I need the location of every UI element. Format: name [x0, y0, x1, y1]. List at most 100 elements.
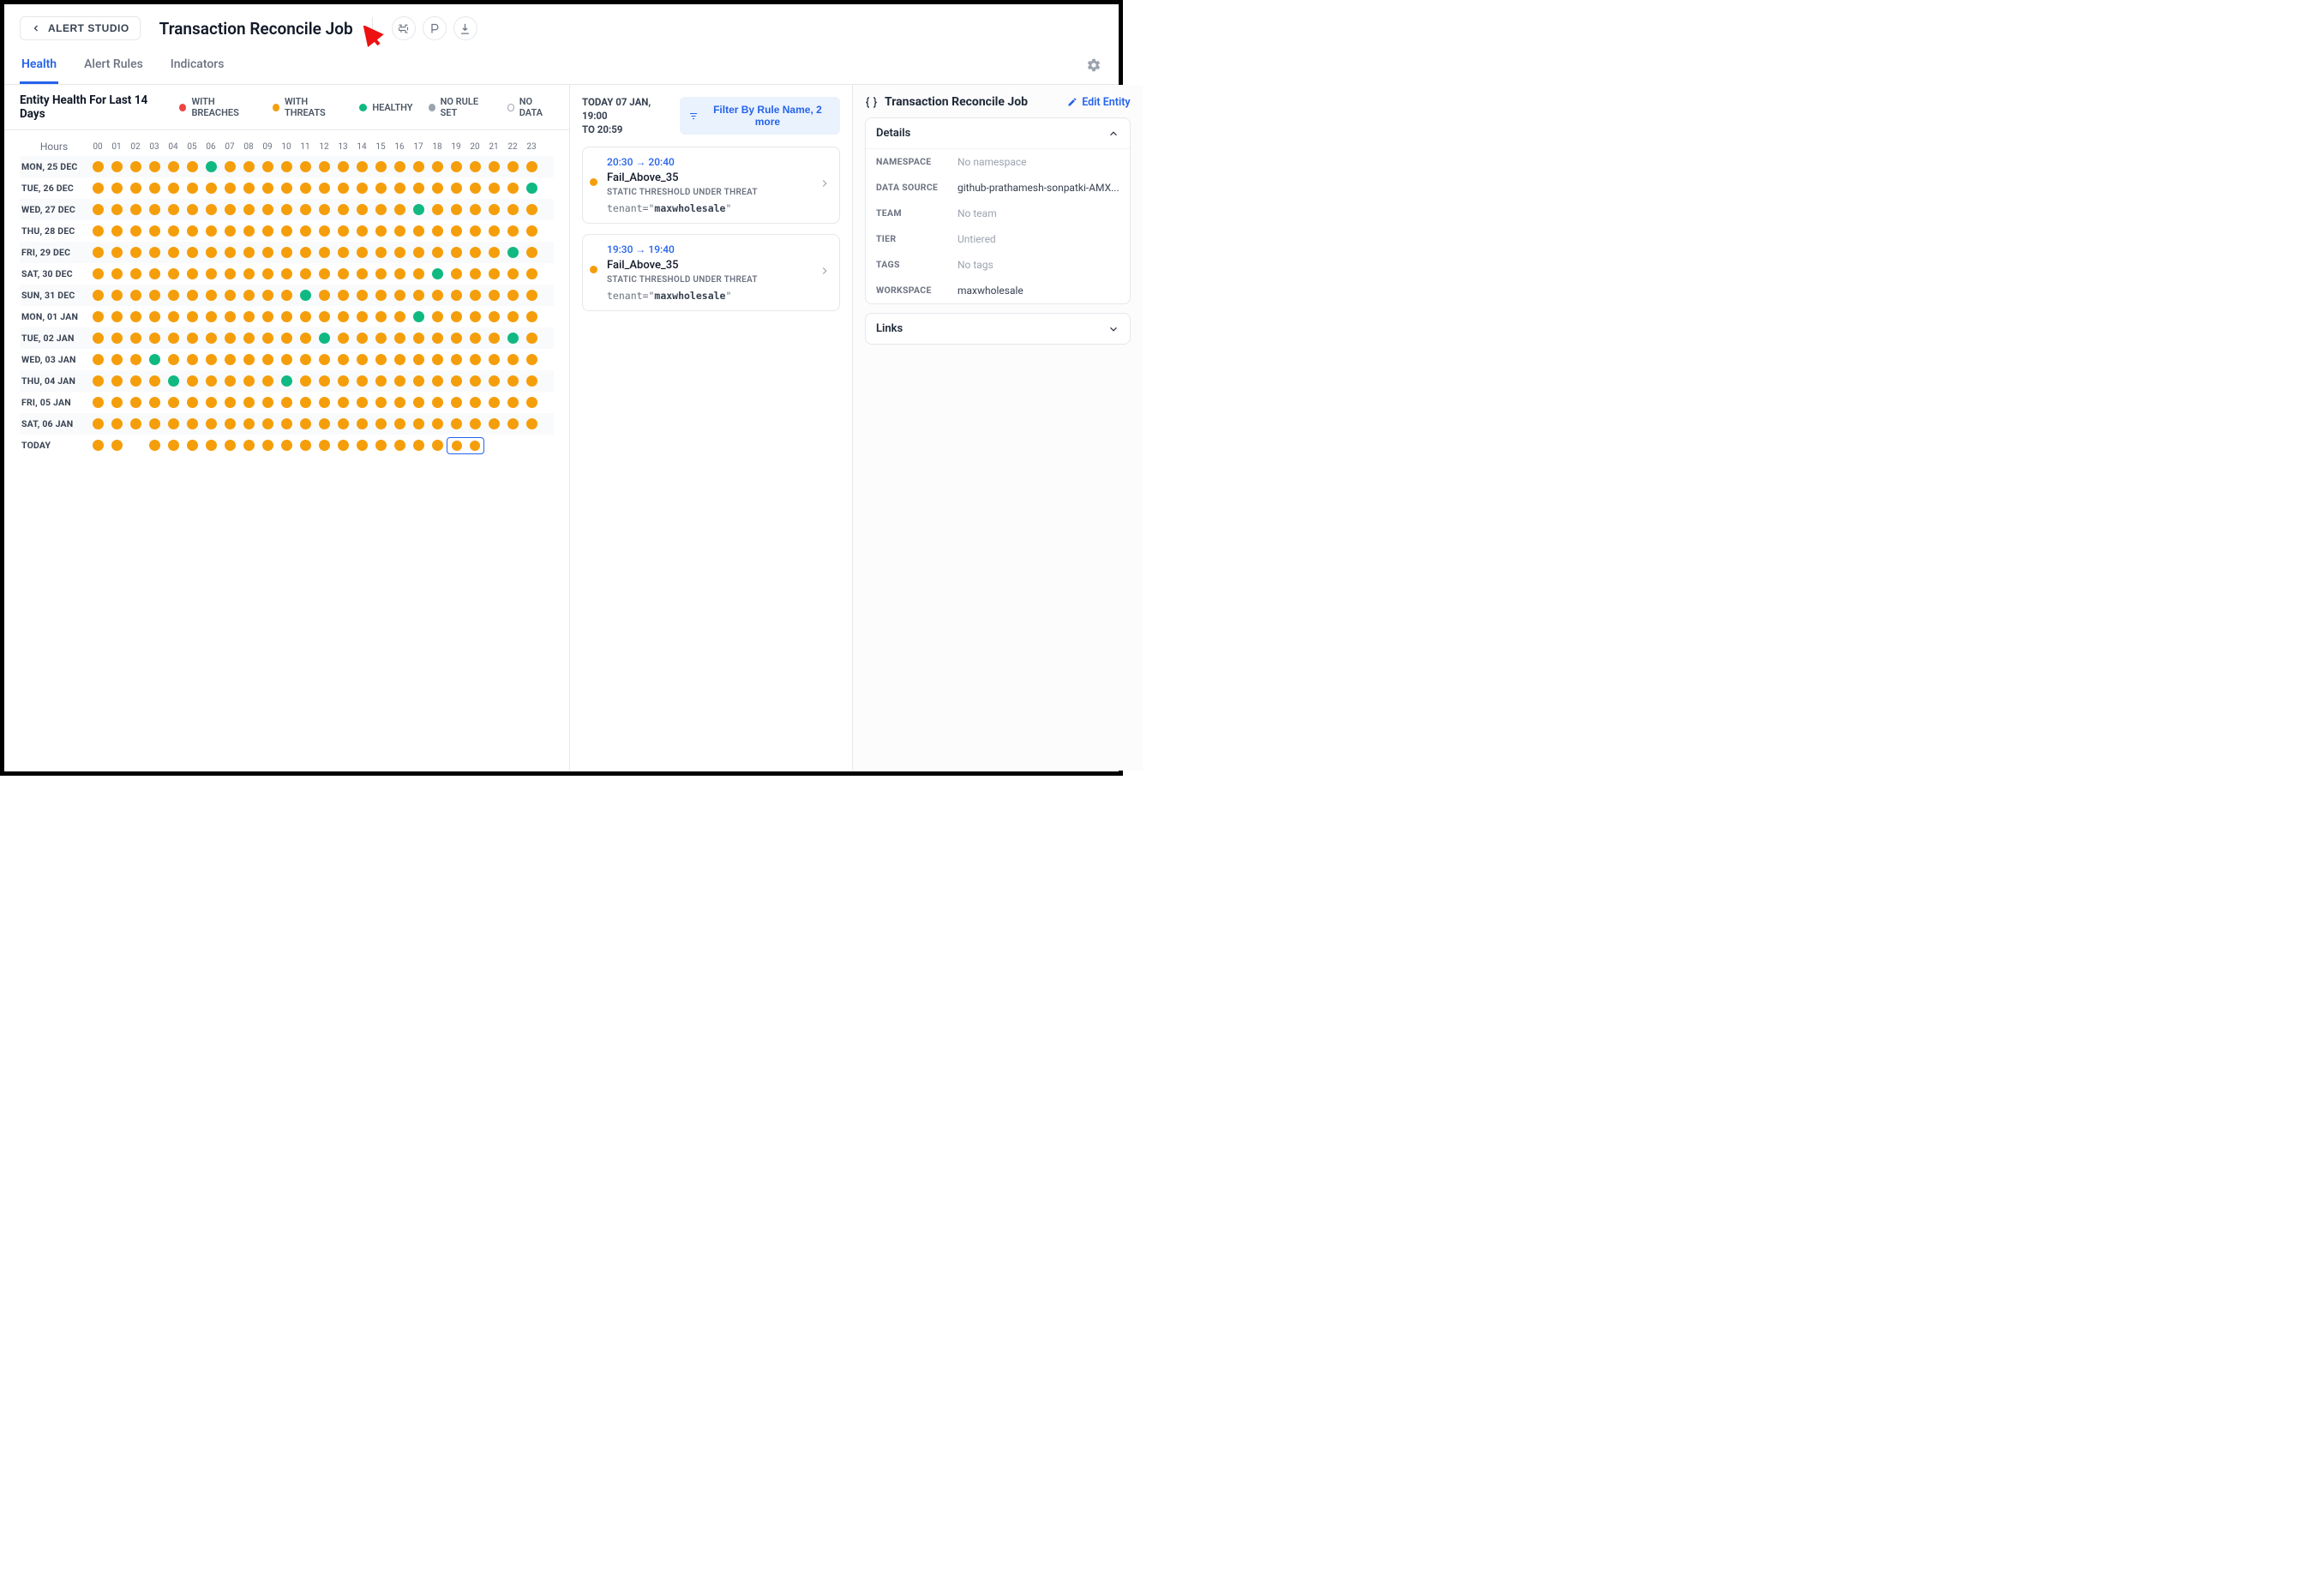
health-cell[interactable] — [145, 392, 164, 413]
health-cell[interactable] — [296, 306, 315, 327]
health-cell[interactable] — [220, 413, 239, 435]
health-cell[interactable] — [371, 306, 390, 327]
health-cell[interactable] — [183, 242, 201, 263]
health-cell[interactable] — [296, 263, 315, 285]
health-cell[interactable] — [145, 156, 164, 177]
health-cell[interactable] — [201, 306, 220, 327]
health-cell[interactable] — [371, 156, 390, 177]
health-cell[interactable] — [239, 413, 258, 435]
health-cell[interactable] — [428, 413, 447, 435]
health-cell[interactable] — [484, 327, 503, 349]
health-cell[interactable] — [522, 263, 541, 285]
health-cell[interactable] — [503, 392, 522, 413]
health-cell[interactable] — [352, 306, 371, 327]
health-cell[interactable] — [333, 220, 352, 242]
health-cell[interactable] — [428, 242, 447, 263]
health-cell[interactable] — [258, 199, 277, 220]
health-cell[interactable] — [503, 349, 522, 370]
health-cell[interactable] — [315, 327, 333, 349]
health-cell[interactable] — [164, 435, 183, 456]
health-cell[interactable] — [126, 263, 145, 285]
selected-hours-box[interactable] — [447, 437, 484, 454]
health-cell[interactable] — [522, 349, 541, 370]
health-cell[interactable] — [522, 242, 541, 263]
health-cell[interactable] — [503, 199, 522, 220]
health-cell[interactable] — [484, 263, 503, 285]
health-cell[interactable] — [107, 435, 126, 456]
health-cell[interactable] — [239, 199, 258, 220]
health-cell[interactable] — [183, 435, 201, 456]
health-cell[interactable] — [503, 156, 522, 177]
health-cell[interactable] — [183, 413, 201, 435]
health-cell[interactable] — [390, 199, 409, 220]
health-cell[interactable] — [107, 220, 126, 242]
health-cell[interactable] — [258, 263, 277, 285]
health-cell[interactable] — [503, 435, 522, 456]
health-cell[interactable] — [352, 327, 371, 349]
health-cell[interactable] — [428, 177, 447, 199]
health-cell[interactable] — [352, 285, 371, 306]
health-cell[interactable] — [409, 435, 428, 456]
health-cell[interactable] — [107, 413, 126, 435]
health-cell[interactable] — [107, 370, 126, 392]
health-cell[interactable] — [126, 177, 145, 199]
health-cell[interactable] — [296, 327, 315, 349]
health-cell[interactable] — [428, 220, 447, 242]
tab-indicators[interactable]: Indicators — [169, 49, 226, 84]
settings-gear-button[interactable] — [1086, 57, 1103, 76]
health-cell[interactable] — [183, 306, 201, 327]
health-cell[interactable] — [145, 413, 164, 435]
health-cell[interactable] — [164, 349, 183, 370]
filter-button[interactable]: Filter By Rule Name, 2 more — [680, 97, 840, 135]
health-cell[interactable] — [107, 242, 126, 263]
health-cell[interactable] — [126, 156, 145, 177]
health-cell[interactable] — [201, 242, 220, 263]
health-cell[interactable] — [183, 392, 201, 413]
health-cell[interactable] — [409, 220, 428, 242]
health-cell[interactable] — [352, 199, 371, 220]
health-cell[interactable] — [277, 306, 296, 327]
health-cell[interactable] — [390, 370, 409, 392]
health-cell[interactable] — [352, 370, 371, 392]
health-cell[interactable] — [145, 199, 164, 220]
health-cell[interactable] — [183, 263, 201, 285]
health-cell[interactable] — [371, 413, 390, 435]
health-cell[interactable] — [409, 370, 428, 392]
health-cell[interactable] — [88, 263, 107, 285]
health-cell[interactable] — [315, 349, 333, 370]
health-cell[interactable] — [239, 177, 258, 199]
health-cell[interactable] — [88, 413, 107, 435]
health-cell[interactable] — [126, 306, 145, 327]
health-cell[interactable] — [465, 306, 484, 327]
back-to-alert-studio-button[interactable]: ALERT STUDIO — [20, 16, 141, 40]
health-cell[interactable] — [371, 392, 390, 413]
health-cell[interactable] — [522, 199, 541, 220]
health-cell[interactable] — [277, 177, 296, 199]
health-cell[interactable] — [126, 370, 145, 392]
health-cell[interactable] — [296, 242, 315, 263]
health-cell[interactable] — [484, 370, 503, 392]
health-cell[interactable] — [371, 370, 390, 392]
health-cell[interactable] — [296, 413, 315, 435]
health-cell[interactable] — [333, 413, 352, 435]
health-cell[interactable] — [522, 413, 541, 435]
tab-alert-rules[interactable]: Alert Rules — [82, 49, 145, 84]
health-cell[interactable] — [333, 285, 352, 306]
health-cell[interactable] — [107, 327, 126, 349]
alert-card[interactable]: 19:30 → 19:40Fail_Above_35STATIC THRESHO… — [582, 234, 840, 311]
health-cell[interactable] — [484, 349, 503, 370]
health-cell[interactable] — [107, 263, 126, 285]
health-cell[interactable] — [315, 156, 333, 177]
health-cell[interactable] — [145, 220, 164, 242]
health-cell[interactable] — [164, 220, 183, 242]
health-cell[interactable] — [522, 177, 541, 199]
health-cell[interactable] — [333, 242, 352, 263]
health-cell[interactable] — [371, 263, 390, 285]
health-cell[interactable] — [484, 306, 503, 327]
health-cell[interactable] — [126, 327, 145, 349]
health-cell[interactable] — [390, 177, 409, 199]
health-cell[interactable] — [390, 327, 409, 349]
health-cell[interactable] — [296, 349, 315, 370]
health-cell[interactable] — [183, 285, 201, 306]
tab-health[interactable]: Health — [20, 49, 58, 84]
